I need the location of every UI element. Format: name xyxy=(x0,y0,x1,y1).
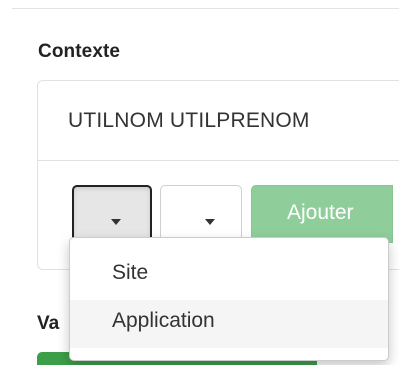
type-dropdown-menu: Site Application xyxy=(69,237,389,361)
panel-divider xyxy=(37,160,399,161)
context-page: Contexte UTILNOM UTILPRENOM Ajouter Va S… xyxy=(0,0,399,365)
menu-item-site[interactable]: Site xyxy=(70,252,388,300)
type-dropdown-toggle[interactable] xyxy=(72,185,152,243)
section-label-partial: Va xyxy=(37,313,60,334)
top-divider xyxy=(12,8,399,9)
add-button[interactable]: Ajouter xyxy=(251,185,393,243)
value-dropdown-toggle[interactable] xyxy=(160,185,242,243)
user-name: UTILNOM UTILPRENOM xyxy=(68,109,310,132)
caret-down-icon xyxy=(205,219,215,225)
menu-item-application[interactable]: Application xyxy=(70,300,388,348)
section-title: Contexte xyxy=(38,41,121,62)
caret-down-icon xyxy=(111,219,121,225)
